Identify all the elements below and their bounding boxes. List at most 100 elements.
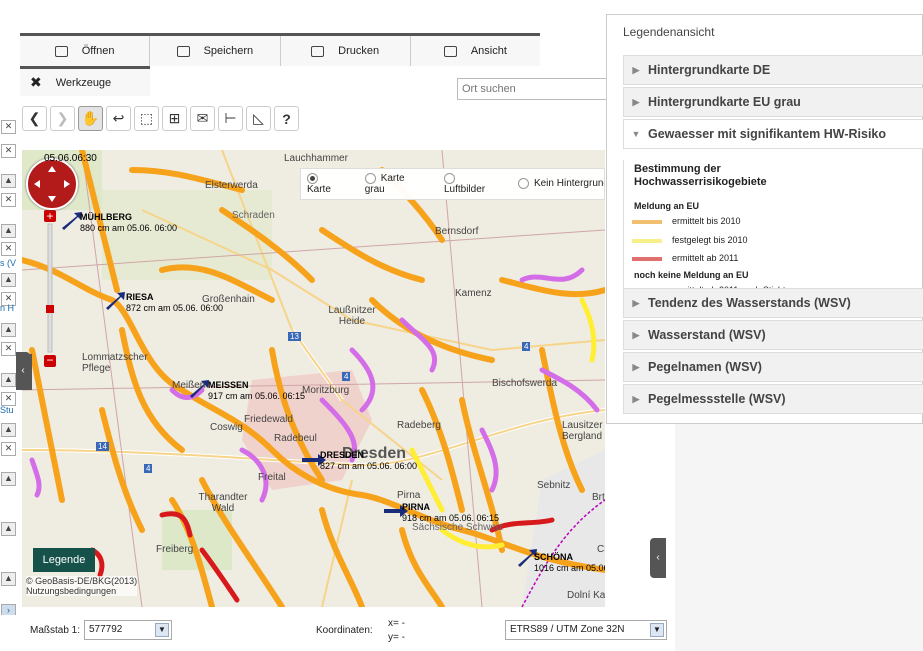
pan-button[interactable]: ✋ — [78, 106, 103, 131]
close-button[interactable]: ✕ — [1, 342, 16, 356]
accordion-pegelmessstelle[interactable]: ▶ Pegelmessstelle (WSV) — [623, 384, 923, 414]
place-label: Kamenz — [455, 288, 492, 299]
pan-navigator[interactable] — [26, 158, 78, 210]
collapse-button[interactable]: ▲ — [1, 522, 16, 536]
radio-icon — [443, 172, 455, 184]
road-number: 14 — [96, 442, 109, 451]
collapse-button[interactable]: ▲ — [1, 174, 16, 188]
legend-heading: Bestimmung der Hochwasserrisikogebiete — [634, 163, 767, 188]
accordion-hintergrundkarte-de[interactable]: ▶ Hintergrundkarte DE — [623, 55, 923, 85]
area-icon: ◺ — [253, 110, 264, 126]
chevron-right-icon: ▶ — [632, 64, 640, 75]
place-label: Tharandter Wald — [198, 492, 248, 514]
legend-panel: Legendenansicht ▶ Hintergrundkarte DE ▶ Hi… — [606, 14, 923, 424]
collapse-button[interactable]: ▲ — [1, 273, 16, 287]
chevron-down-icon: ▼ — [155, 623, 169, 637]
legend-content: Bestimmung der Hochwasserrisikogebiete M… — [623, 160, 923, 300]
chevron-down-icon: ▼ — [650, 623, 664, 637]
gauge-label[interactable]: DRESDEN 827 cm am 05.06. 06:00 — [320, 450, 417, 472]
collapse-button[interactable]: ▲ — [1, 373, 16, 387]
left-panel-toggle[interactable]: ‹ — [16, 352, 30, 390]
forward-button[interactable]: ❯ — [50, 106, 75, 131]
legend-item: festgelegt bis 2010 — [672, 235, 748, 245]
email-button[interactable]: ✉ — [190, 106, 215, 131]
terms-link[interactable]: Nutzungsbedingungen — [26, 586, 137, 596]
scale-select[interactable]: 577792 ▼ — [84, 620, 172, 640]
accordion-tendenz[interactable]: ▶ Tendenz des Wasserstands (WSV) — [623, 288, 923, 318]
gauge-label[interactable]: MÜHLBERG 880 cm am 05.06. 06:00 — [80, 212, 177, 234]
close-button[interactable]: ✕ — [1, 120, 16, 134]
info-plus-icon: ⊞ — [168, 110, 181, 126]
legend-swatch — [632, 239, 662, 243]
legend-item: ermittelt ab 2011 — [672, 253, 739, 263]
place-label: Lommatzscher Pflege — [82, 352, 148, 374]
save-icon — [176, 45, 190, 57]
radio-icon — [307, 172, 318, 184]
print-button[interactable]: Drucken — [281, 36, 411, 66]
gauge-label[interactable]: PIRNA 918 cm am 05.06. 06:15 — [402, 502, 499, 524]
tools-button[interactable]: ✖ Werkzeuge — [20, 66, 150, 96]
collapse-button[interactable]: ▲ — [1, 423, 16, 437]
place-label: Freiberg — [156, 544, 194, 555]
accordion-pegelnamen[interactable]: ▶ Pegelnamen (WSV) — [623, 352, 923, 382]
legend-panel-title: Legendenansicht — [623, 25, 715, 39]
layer-option-luftbilder[interactable]: Luftbilder — [443, 172, 498, 195]
place-label: Radebeul — [274, 433, 317, 444]
close-button[interactable]: ✕ — [1, 392, 16, 406]
help-icon: ? — [282, 110, 291, 127]
hand-icon: ✋ — [81, 110, 100, 126]
chevron-right-icon: ▶ — [632, 329, 640, 340]
gauge-label[interactable]: RIESA 872 cm am 05.06. 06:00 — [126, 292, 223, 314]
layer-option-karte[interactable]: Karte — [307, 172, 345, 195]
search-input[interactable] — [457, 78, 617, 100]
layer-option-kein-hintergrund[interactable]: Kein Hintergrund — [517, 178, 604, 190]
accordion-hintergrundkarte-eu-grau[interactable]: ▶ Hintergrundkarte EU grau — [623, 87, 923, 117]
left-strip: ✕ ✕ ▲ ✕ ▲ ✕ s (V ▲ ✕ n H ▲ ✕ ▲ ✕ Stu ▲ ✕… — [0, 118, 16, 623]
menu-bar: Öffnen Speichern Drucken Ansicht — [20, 33, 540, 66]
help-button[interactable]: ? — [274, 106, 299, 131]
chevron-right-icon: ❯ — [56, 110, 69, 126]
coords-label: Koordinaten: — [316, 625, 373, 636]
gauge-label[interactable]: SCHÖNA1016 cm am 05.06. 06:00 — [534, 552, 605, 574]
place-label: Laußnitzer Heide — [328, 305, 376, 327]
measure-area-button[interactable]: ◺ — [246, 106, 271, 131]
open-button[interactable]: Öffnen — [20, 36, 151, 66]
collapse-button[interactable]: ▲ — [1, 572, 16, 586]
place-label: Pirna — [397, 490, 421, 501]
legend-button[interactable]: Legende — [33, 548, 95, 572]
chevron-right-icon: ▶ — [632, 393, 640, 404]
right-panel-toggle[interactable]: ‹ — [650, 538, 666, 578]
gauge-label[interactable]: MEISSEN 917 cm am 05.06. 06:15 — [208, 380, 305, 402]
close-button[interactable]: ✕ — [1, 442, 16, 456]
zoom-box-button[interactable]: ⬚ — [134, 106, 159, 131]
place-label: Moritzburg — [302, 385, 350, 396]
collapse-button[interactable]: ▲ — [1, 224, 16, 238]
view-button[interactable]: Ansicht — [411, 36, 540, 66]
legend-swatch — [632, 220, 662, 224]
measure-distance-button[interactable]: ⊢ — [218, 106, 243, 131]
close-button[interactable]: ✕ — [1, 144, 16, 158]
chevron-right-icon: ▶ — [632, 361, 640, 372]
crs-select[interactable]: ETRS89 / UTM Zone 32N ▼ — [505, 620, 667, 640]
chevron-right-icon: ▶ — [632, 96, 640, 107]
info-button[interactable]: ⊞ — [162, 106, 187, 131]
place-label: Meißen — [172, 380, 206, 391]
road-number: 4 — [144, 464, 153, 473]
view-icon — [443, 45, 457, 57]
back-button[interactable]: ❮ — [22, 106, 47, 131]
close-button[interactable]: ✕ — [1, 242, 16, 256]
accordion-gewaesser[interactable]: ▼ Gewaesser mit signifikantem HW-Risiko — [623, 119, 923, 149]
save-button[interactable]: Speichern — [150, 36, 281, 66]
previous-extent-button[interactable]: ↩ — [106, 106, 131, 131]
collapse-button[interactable]: ▲ — [1, 472, 16, 486]
base-layer-switcher: Karte Karte grau Luftbilder Kein Hinterg… — [300, 168, 605, 200]
coord-x: x= - — [388, 618, 405, 629]
map-canvas[interactable]: + − 05.06.06:30 Lauchhammer Elsterwerda … — [22, 150, 605, 607]
place-label: Elsterwerda — [205, 180, 258, 191]
radio-icon — [517, 178, 529, 190]
print-icon — [311, 45, 325, 57]
collapse-button[interactable]: ▲ — [1, 323, 16, 337]
close-button[interactable]: ✕ — [1, 193, 16, 207]
layer-option-karte-grau[interactable]: Karte grau — [364, 172, 424, 195]
accordion-wasserstand[interactable]: ▶ Wasserstand (WSV) — [623, 320, 923, 350]
